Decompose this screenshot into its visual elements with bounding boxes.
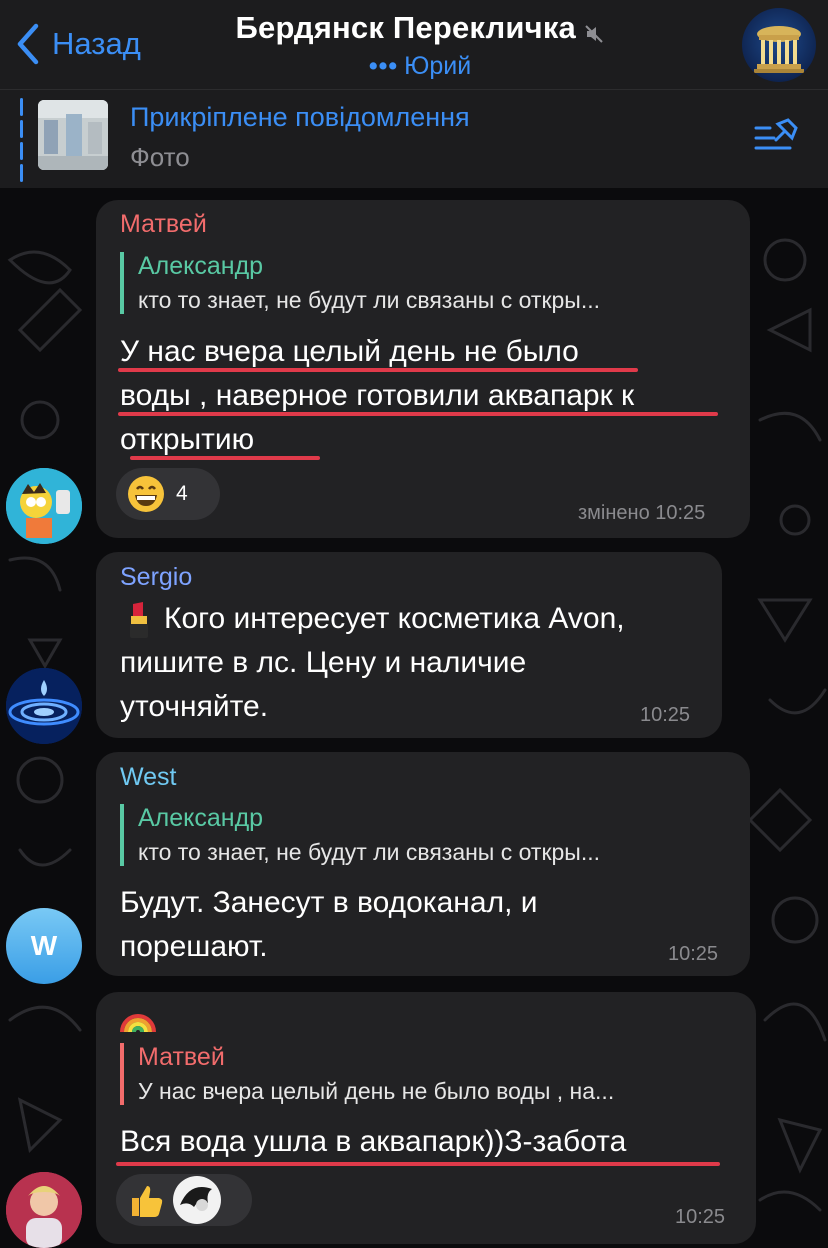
reply-preview: кто то знает, не будут ли связаны с откр…	[138, 287, 600, 313]
water-drop-avatar-image	[6, 668, 82, 744]
pinned-photo-thumbnail	[38, 100, 108, 170]
underline-annotation	[118, 412, 718, 416]
photo-avatar-image	[6, 1172, 82, 1248]
pinned-indicator	[20, 98, 23, 182]
message-sender[interactable]: West	[120, 763, 177, 792]
chevron-left-icon	[17, 23, 39, 65]
reactor-avatar	[173, 1176, 221, 1224]
message-sender[interactable]: Матвей	[120, 210, 207, 239]
message-line: пишите в лс. Цену и наличие	[120, 646, 527, 679]
reaction-count: 4	[176, 482, 188, 505]
avatar-matvey[interactable]	[6, 468, 82, 544]
cartoon-avatar-image	[6, 468, 82, 544]
reply-preview: кто то знает, не будут ли связаны с откр…	[138, 839, 600, 865]
chat-title: Бердянск Перекличка	[235, 10, 576, 45]
pinned-title: Прикріплене повідомлення	[130, 102, 470, 132]
typing-status: ••• Юрий	[200, 52, 640, 81]
reaction-chip[interactable]	[116, 1174, 252, 1226]
reply-quote[interactable]: Матвей У нас вчера целый день не было во…	[120, 1043, 740, 1105]
message-line: уточняйте.	[120, 690, 269, 723]
pinned-message-bar[interactable]: Прикріплене повідомлення Фото	[0, 90, 828, 188]
message-line: Будут. Занесут в водоканал, и	[120, 886, 538, 919]
chat-title-area[interactable]: Бердянск Перекличка ••• Юрий	[200, 10, 640, 81]
message-time: змінено 10:25	[578, 502, 706, 524]
message-time: 10:25	[675, 1206, 726, 1228]
message-text: Вся вода ушла в аквапарк))З-забота	[120, 1120, 740, 1164]
message-line: Кого интересует косметика Avon,	[164, 602, 625, 635]
rotunda-avatar-image	[754, 26, 804, 73]
back-label: Назад	[52, 26, 141, 61]
underline-annotation	[116, 1162, 720, 1166]
typing-user: Юрий	[404, 52, 472, 80]
reply-quote[interactable]: Александр кто то знает, не будут ли связ…	[120, 252, 730, 314]
back-button[interactable]: Назад	[14, 22, 141, 66]
reply-author: Александр	[138, 252, 264, 280]
chat-avatar[interactable]	[742, 8, 816, 82]
pinned-list-icon[interactable]	[752, 118, 800, 154]
message-text: Кого интересует косметика Avon, пишите в…	[120, 597, 720, 729]
rainbow-icon[interactable]	[120, 1000, 156, 1034]
reply-author: Матвей	[138, 1043, 225, 1071]
avatar-letter: W	[30, 930, 58, 961]
message-text: Будут. Занесут в водоканал, и порешают.	[120, 881, 740, 969]
reply-preview: У нас вчера целый день не было воды , на…	[138, 1078, 615, 1104]
message-text: У нас вчера целый день не было воды , на…	[120, 330, 740, 462]
avatar-sergio[interactable]	[6, 668, 82, 744]
message-time: 10:25	[668, 943, 719, 965]
message-line: порешают.	[120, 930, 268, 963]
avatar-rainbow-user[interactable]	[6, 1172, 82, 1248]
message-sender[interactable]: Sergio	[120, 563, 192, 592]
reply-author: Александр	[138, 804, 264, 832]
typing-dots: •••	[368, 52, 399, 80]
reaction-chip[interactable]: 4	[116, 468, 220, 520]
thumbs-up-icon	[132, 1186, 163, 1217]
message-time: 10:25	[640, 704, 691, 726]
underline-annotation	[130, 456, 320, 460]
grinning-face-icon	[128, 476, 164, 512]
avatar-west[interactable]: W	[6, 908, 82, 984]
chat-header: Назад Бердянск Перекличка ••• Юрий	[0, 0, 828, 90]
muted-icon	[585, 25, 604, 43]
underline-annotation	[118, 368, 638, 372]
message-line: Вся вода ушла в аквапарк))З-забота	[120, 1125, 627, 1158]
pinned-subtitle: Фото	[130, 142, 190, 172]
reply-quote[interactable]: Александр кто то знает, не будут ли связ…	[120, 804, 730, 866]
